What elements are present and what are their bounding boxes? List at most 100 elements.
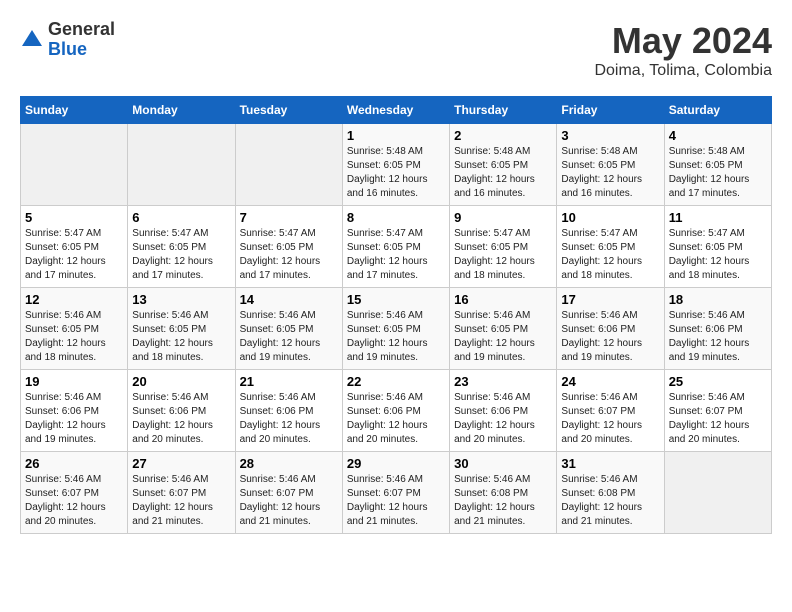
cell-content: Sunrise: 5:46 AM Sunset: 6:07 PM Dayligh… bbox=[132, 473, 230, 529]
day-number: 27 bbox=[132, 456, 230, 471]
calendar-cell: 16 Sunrise: 5:46 AM Sunset: 6:05 PM Dayli… bbox=[450, 288, 557, 370]
calendar-cell: 6 Sunrise: 5:47 AM Sunset: 6:05 PM Daylig… bbox=[128, 206, 235, 288]
cell-content: Sunrise: 5:46 AM Sunset: 6:07 PM Dayligh… bbox=[240, 473, 338, 529]
day-number: 25 bbox=[669, 374, 767, 389]
day-number: 1 bbox=[347, 128, 445, 143]
day-number: 28 bbox=[240, 456, 338, 471]
logo-icon bbox=[20, 28, 44, 52]
cell-content: Sunrise: 5:46 AM Sunset: 6:06 PM Dayligh… bbox=[132, 391, 230, 447]
calendar-cell: 21 Sunrise: 5:46 AM Sunset: 6:06 PM Dayli… bbox=[235, 370, 342, 452]
day-number: 11 bbox=[669, 210, 767, 225]
day-number: 13 bbox=[132, 292, 230, 307]
cell-content: Sunrise: 5:46 AM Sunset: 6:07 PM Dayligh… bbox=[347, 473, 445, 529]
weekday-header-cell: Friday bbox=[557, 97, 664, 124]
calendar-cell: 28 Sunrise: 5:46 AM Sunset: 6:07 PM Dayli… bbox=[235, 452, 342, 534]
calendar-cell: 10 Sunrise: 5:47 AM Sunset: 6:05 PM Dayli… bbox=[557, 206, 664, 288]
logo: General Blue bbox=[20, 20, 115, 60]
cell-content: Sunrise: 5:46 AM Sunset: 6:08 PM Dayligh… bbox=[561, 473, 659, 529]
day-number: 4 bbox=[669, 128, 767, 143]
calendar-cell: 20 Sunrise: 5:46 AM Sunset: 6:06 PM Dayli… bbox=[128, 370, 235, 452]
day-number: 23 bbox=[454, 374, 552, 389]
day-number: 9 bbox=[454, 210, 552, 225]
calendar-week-row: 19 Sunrise: 5:46 AM Sunset: 6:06 PM Dayli… bbox=[21, 370, 772, 452]
calendar-cell: 23Sunrise: 5:46 AM Sunset: 6:06 PM Dayli… bbox=[450, 370, 557, 452]
weekday-header-row: SundayMondayTuesdayWednesdayThursdayFrid… bbox=[21, 97, 772, 124]
calendar-cell: 25 Sunrise: 5:46 AM Sunset: 6:07 PM Dayli… bbox=[664, 370, 771, 452]
calendar-cell: 12Sunrise: 5:46 AM Sunset: 6:05 PM Dayli… bbox=[21, 288, 128, 370]
cell-content: Sunrise: 5:46 AM Sunset: 6:06 PM Dayligh… bbox=[25, 391, 123, 447]
calendar-cell: 18Sunrise: 5:46 AM Sunset: 6:06 PM Dayli… bbox=[664, 288, 771, 370]
calendar-cell bbox=[21, 124, 128, 206]
cell-content: Sunrise: 5:46 AM Sunset: 6:07 PM Dayligh… bbox=[561, 391, 659, 447]
calendar-week-row: 5 Sunrise: 5:47 AM Sunset: 6:05 PM Daylig… bbox=[21, 206, 772, 288]
weekday-header-cell: Saturday bbox=[664, 97, 771, 124]
title-area: May 2024 Doima, Tolima, Colombia bbox=[594, 20, 772, 80]
calendar-cell bbox=[235, 124, 342, 206]
cell-content: Sunrise: 5:47 AM Sunset: 6:05 PM Dayligh… bbox=[132, 227, 230, 283]
calendar-cell: 30 Sunrise: 5:46 AM Sunset: 6:08 PM Dayli… bbox=[450, 452, 557, 534]
day-number: 22 bbox=[347, 374, 445, 389]
cell-content: Sunrise: 5:46 AM Sunset: 6:08 PM Dayligh… bbox=[454, 473, 552, 529]
day-number: 3 bbox=[561, 128, 659, 143]
day-number: 30 bbox=[454, 456, 552, 471]
calendar-cell: 5 Sunrise: 5:47 AM Sunset: 6:05 PM Daylig… bbox=[21, 206, 128, 288]
cell-content: Sunrise: 5:47 AM Sunset: 6:05 PM Dayligh… bbox=[347, 227, 445, 283]
calendar-cell: 11Sunrise: 5:47 AM Sunset: 6:05 PM Dayli… bbox=[664, 206, 771, 288]
day-number: 15 bbox=[347, 292, 445, 307]
calendar-cell: 17 Sunrise: 5:46 AM Sunset: 6:06 PM Dayli… bbox=[557, 288, 664, 370]
logo-general-text: General bbox=[48, 20, 115, 40]
day-number: 8 bbox=[347, 210, 445, 225]
cell-content: Sunrise: 5:46 AM Sunset: 6:05 PM Dayligh… bbox=[240, 309, 338, 365]
day-number: 31 bbox=[561, 456, 659, 471]
day-number: 2 bbox=[454, 128, 552, 143]
cell-content: Sunrise: 5:47 AM Sunset: 6:05 PM Dayligh… bbox=[454, 227, 552, 283]
day-number: 12 bbox=[25, 292, 123, 307]
calendar-body: 1 Sunrise: 5:48 AM Sunset: 6:05 PM Daylig… bbox=[21, 124, 772, 534]
calendar-cell: 1Sunrise: 5:48 AM Sunset: 6:05 PM Daylig… bbox=[342, 124, 449, 206]
calendar-cell: 24 Sunrise: 5:46 AM Sunset: 6:07 PM Dayli… bbox=[557, 370, 664, 452]
calendar-cell: 22Sunrise: 5:46 AM Sunset: 6:06 PM Dayli… bbox=[342, 370, 449, 452]
day-number: 20 bbox=[132, 374, 230, 389]
cell-content: Sunrise: 5:46 AM Sunset: 6:05 PM Dayligh… bbox=[454, 309, 552, 365]
calendar-cell bbox=[128, 124, 235, 206]
day-number: 7 bbox=[240, 210, 338, 225]
calendar-cell: 7Sunrise: 5:47 AM Sunset: 6:05 PM Daylig… bbox=[235, 206, 342, 288]
day-number: 17 bbox=[561, 292, 659, 307]
cell-content: Sunrise: 5:47 AM Sunset: 6:05 PM Dayligh… bbox=[561, 227, 659, 283]
cell-content: Sunrise: 5:46 AM Sunset: 6:06 PM Dayligh… bbox=[669, 309, 767, 365]
cell-content: Sunrise: 5:46 AM Sunset: 6:07 PM Dayligh… bbox=[669, 391, 767, 447]
cell-content: Sunrise: 5:48 AM Sunset: 6:05 PM Dayligh… bbox=[669, 145, 767, 201]
cell-content: Sunrise: 5:46 AM Sunset: 6:07 PM Dayligh… bbox=[25, 473, 123, 529]
day-number: 14 bbox=[240, 292, 338, 307]
month-title: May 2024 bbox=[594, 20, 772, 62]
day-number: 10 bbox=[561, 210, 659, 225]
calendar-cell: 15Sunrise: 5:46 AM Sunset: 6:05 PM Dayli… bbox=[342, 288, 449, 370]
day-number: 26 bbox=[25, 456, 123, 471]
calendar-week-row: 1 Sunrise: 5:48 AM Sunset: 6:05 PM Daylig… bbox=[21, 124, 772, 206]
day-number: 19 bbox=[25, 374, 123, 389]
weekday-header-cell: Thursday bbox=[450, 97, 557, 124]
calendar-cell: 19 Sunrise: 5:46 AM Sunset: 6:06 PM Dayli… bbox=[21, 370, 128, 452]
calendar-cell: 29Sunrise: 5:46 AM Sunset: 6:07 PM Dayli… bbox=[342, 452, 449, 534]
cell-content: Sunrise: 5:46 AM Sunset: 6:06 PM Dayligh… bbox=[240, 391, 338, 447]
logo-blue-text: Blue bbox=[48, 40, 115, 60]
day-number: 16 bbox=[454, 292, 552, 307]
weekday-header-cell: Tuesday bbox=[235, 97, 342, 124]
calendar-week-row: 12 Sunrise: 5:46 AM Sunset: 6:05 PM Dayli… bbox=[21, 288, 772, 370]
day-number: 24 bbox=[561, 374, 659, 389]
day-number: 5 bbox=[25, 210, 123, 225]
cell-content: Sunrise: 5:46 AM Sunset: 6:06 PM Dayligh… bbox=[561, 309, 659, 365]
calendar-cell: 14 Sunrise: 5:46 AM Sunset: 6:05 PM Dayli… bbox=[235, 288, 342, 370]
day-number: 21 bbox=[240, 374, 338, 389]
cell-content: Sunrise: 5:46 AM Sunset: 6:05 PM Dayligh… bbox=[132, 309, 230, 365]
cell-content: Sunrise: 5:48 AM Sunset: 6:05 PM Dayligh… bbox=[454, 145, 552, 201]
location: Doima, Tolima, Colombia bbox=[594, 62, 772, 80]
weekday-header-cell: Sunday bbox=[21, 97, 128, 124]
calendar-cell: 13 Sunrise: 5:46 AM Sunset: 6:05 PM Dayli… bbox=[128, 288, 235, 370]
calendar-cell: 8 Sunrise: 5:47 AM Sunset: 6:05 PM Daylig… bbox=[342, 206, 449, 288]
calendar-cell: 26 Sunrise: 5:46 AM Sunset: 6:07 PM Dayli… bbox=[21, 452, 128, 534]
cell-content: Sunrise: 5:47 AM Sunset: 6:05 PM Dayligh… bbox=[25, 227, 123, 283]
cell-content: Sunrise: 5:48 AM Sunset: 6:05 PM Dayligh… bbox=[561, 145, 659, 201]
day-number: 6 bbox=[132, 210, 230, 225]
weekday-header-cell: Wednesday bbox=[342, 97, 449, 124]
